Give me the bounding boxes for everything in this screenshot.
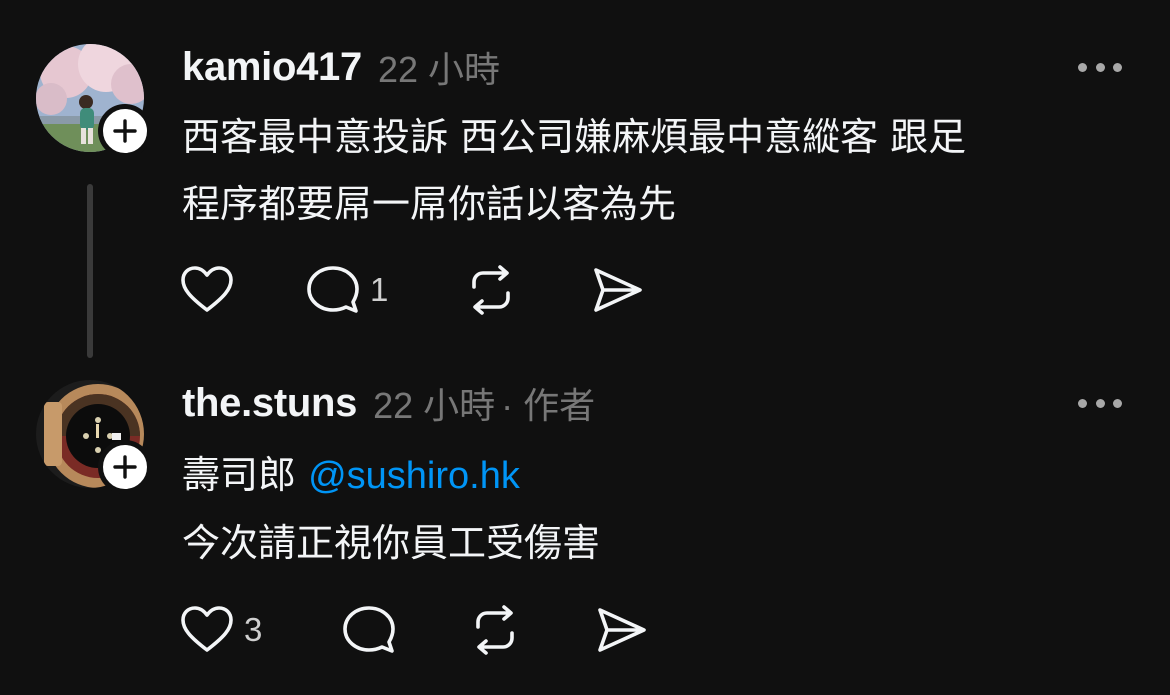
post-text-line: 壽司郎 @sushiro.hk [182,442,1142,510]
avatar-container[interactable] [36,44,152,158]
repost-button[interactable] [468,602,594,658]
follow-button[interactable] [98,104,152,158]
send-icon [598,608,646,652]
thread-post: the.stuns 22 小時 · 作者 壽司郎 @sushiro.hk 今次請… [0,360,1170,695]
follow-button[interactable] [98,440,152,494]
reply-button[interactable]: 1 [306,262,464,318]
like-button[interactable] [180,262,306,318]
share-button[interactable] [594,602,654,658]
post-text-segment: 壽司郎 [182,453,309,497]
reply-button[interactable] [342,602,468,658]
share-button[interactable] [590,262,650,318]
post-text: 壽司郎 @sushiro.hk 今次請正視你員工受傷害 [182,442,1142,577]
comment-icon [343,606,395,653]
author-tag: · 作者 [501,385,596,426]
post-actions: 3 [180,602,654,658]
heart-icon [181,606,233,652]
post-text-line: 今次請正視你員工受傷害 [182,521,601,565]
thread-connector-line [87,184,93,358]
heart-icon [181,266,233,312]
post-text-line: 西客最中意投訴 西公司嫌麻煩最中意縱客 跟足 [182,115,967,159]
username[interactable]: kamio417 [182,45,362,90]
more-options-icon[interactable] [1078,57,1122,77]
post-header: kamio417 22 小時 [182,42,500,92]
username[interactable]: the.stuns [182,381,357,426]
post-text: 西客最中意投訴 西公司嫌麻煩最中意縱客 跟足 程序都要屌一屌你話以客為先 [182,104,1142,238]
thread-post: kamio417 22 小時 西客最中意投訴 西公司嫌麻煩最中意縱客 跟足 程序… [0,0,1170,360]
repost-button[interactable] [464,262,590,318]
like-count: 3 [244,611,263,648]
send-icon [594,268,642,312]
timestamp: 22 小時 [377,49,500,90]
repost-icon [476,605,514,655]
comment-icon [307,266,359,313]
post-header: the.stuns 22 小時 · 作者 [182,378,595,428]
like-button[interactable]: 3 [180,602,342,658]
more-options-icon[interactable] [1078,393,1122,413]
post-text-line: 程序都要屌一屌你話以客為先 [182,182,677,226]
plus-icon [113,455,137,479]
threads-replies: kamio417 22 小時 西客最中意投訴 西公司嫌麻煩最中意縱客 跟足 程序… [0,0,1170,695]
plus-icon [113,119,137,143]
post-actions: 1 [180,262,650,318]
avatar-container[interactable] [36,380,152,494]
mention-link[interactable]: @sushiro.hk [308,455,520,497]
reply-count: 1 [370,271,389,308]
timestamp: 22 小時 [373,385,496,426]
repost-icon [472,265,510,315]
